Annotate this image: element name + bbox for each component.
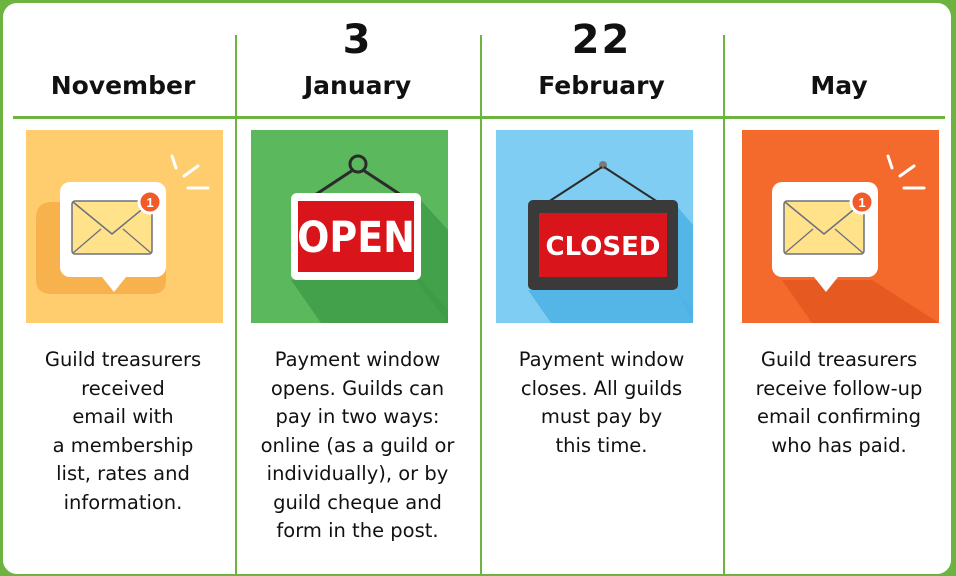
timeline-card: November 1 Guild treasurers received ema… xyxy=(1,1,953,576)
month-label: May xyxy=(810,71,868,100)
email-notification-icon: 1 xyxy=(36,154,210,294)
step-description: Guild treasurers receive follow-up email… xyxy=(755,348,923,457)
sign-text: CLOSED xyxy=(546,232,661,262)
badge-count: 1 xyxy=(858,195,865,210)
closed-sign-icon: CLOSED xyxy=(528,161,693,323)
email-notification-icon: 1 xyxy=(772,154,939,323)
month-label: February xyxy=(538,71,665,100)
step-description: Guild treasurers received email with a m… xyxy=(44,348,202,514)
header-underline xyxy=(13,116,945,119)
open-sign-icon: OPEN xyxy=(291,154,448,323)
closed-sign-tile: CLOSED xyxy=(496,130,693,323)
email-tile: 1 xyxy=(742,130,939,323)
date-number: 3 xyxy=(342,17,373,63)
step-description: Payment window opens. Guilds can pay in … xyxy=(260,348,455,542)
badge-count: 1 xyxy=(146,195,153,210)
step-description: Payment window closes. All guilds must p… xyxy=(518,348,685,457)
sign-text: OPEN xyxy=(297,213,415,263)
open-sign-tile: OPEN xyxy=(251,130,448,323)
month-label: November xyxy=(50,71,196,100)
email-tile: 1 xyxy=(26,130,223,323)
month-label: January xyxy=(303,71,412,100)
date-number: 22 xyxy=(571,17,632,63)
